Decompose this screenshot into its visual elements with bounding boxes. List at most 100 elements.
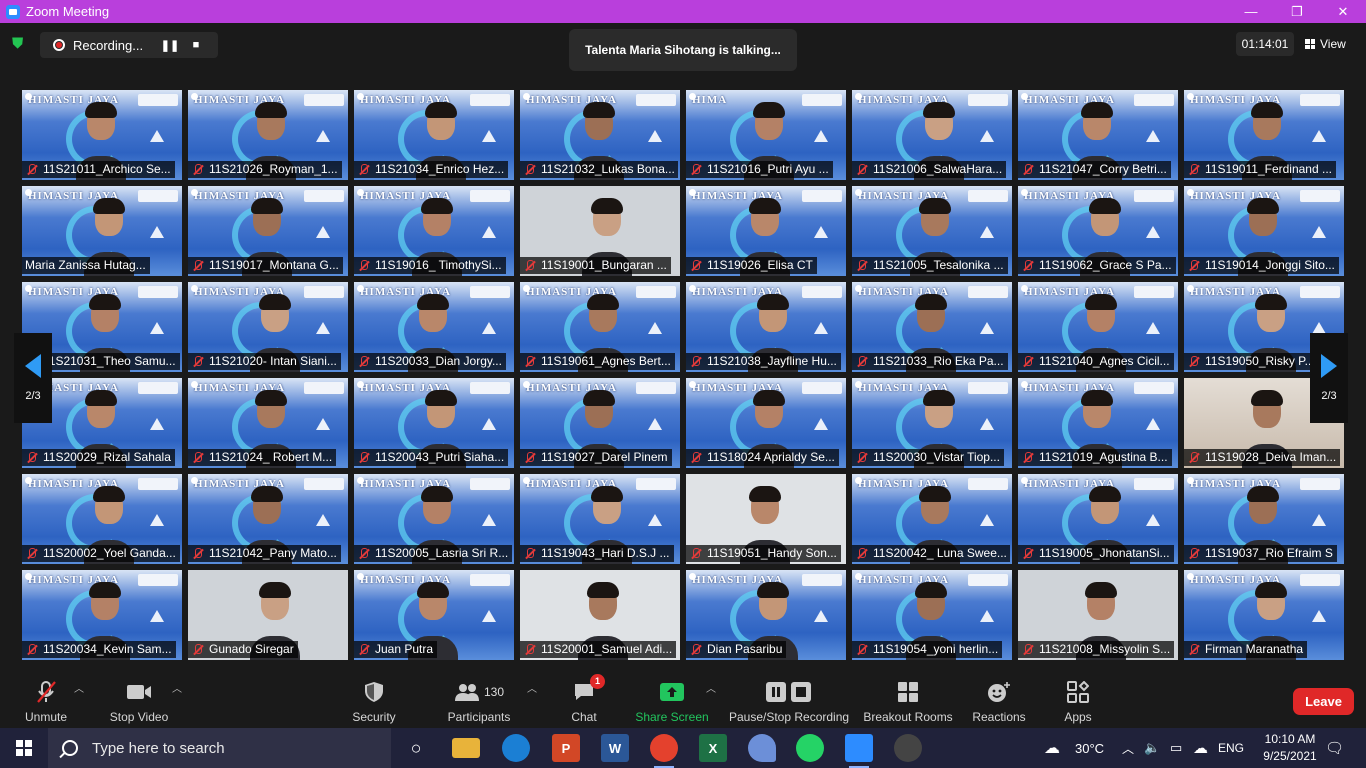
- pause-recording-icon[interactable]: ❚❚: [157, 39, 183, 52]
- participant-tile[interactable]: HIMASTI JAYA Dian Pasaribu: [686, 570, 846, 660]
- video-options-caret-icon[interactable]: ︿: [172, 680, 182, 695]
- participant-tile[interactable]: HIMASTI JAYA 11S21038_Jayfline Hu...: [686, 282, 846, 372]
- participant-tile[interactable]: HIMASTI JAYA 11S21032_Lukas Bona...: [520, 90, 680, 180]
- participant-tile[interactable]: HIMASTI JAYA 11S21040_Agnes Cicil...: [1018, 282, 1178, 372]
- participant-tile[interactable]: HIMASTI JAYA 11S19037_Rio Efraim S: [1184, 474, 1344, 564]
- task-view-icon[interactable]: ○: [402, 734, 430, 762]
- tray-chevron-icon[interactable]: ︿: [1122, 728, 1134, 768]
- language-indicator[interactable]: ENG: [1218, 728, 1244, 768]
- start-button[interactable]: [0, 728, 48, 768]
- participant-tile[interactable]: HIMASTI JAYA 11S21019_Agustina B...: [1018, 378, 1178, 468]
- apps-button[interactable]: Apps: [1062, 678, 1094, 724]
- participant-tile[interactable]: HIMASTI JAYA 11S19054_yoni herlin...: [852, 570, 1012, 660]
- reactions-button[interactable]: Reactions: [972, 678, 1026, 724]
- participant-tile[interactable]: HIMASTI JAYA 11S19061_Agnes Bert...: [520, 282, 680, 372]
- share-screen-button[interactable]: Share Screen: [635, 678, 709, 724]
- participant-tile[interactable]: HIMASTI JAYA 11S20042_ Luna Swee...: [852, 474, 1012, 564]
- taskbar-search[interactable]: Type here to search: [48, 728, 391, 768]
- participant-tile[interactable]: HIMASTI JAYA Maria Zanissa Hutag...: [22, 186, 182, 276]
- taskbar-clock[interactable]: 10:10 AM 9/25/2021: [1255, 731, 1325, 765]
- participant-video-figure: [1076, 582, 1126, 660]
- participant-tile[interactable]: 11S20001_Samuel Adi...: [520, 570, 680, 660]
- background-triangle-graphic: [316, 130, 330, 142]
- participant-video-figure: [740, 486, 790, 564]
- powerpoint-icon[interactable]: P: [552, 734, 580, 762]
- participant-tile[interactable]: HIMASTI JAYA 11S19016_ TimothySi...: [354, 186, 514, 276]
- next-page-button[interactable]: 2/3: [1310, 333, 1348, 423]
- participant-tile[interactable]: HIMASTI JAYA 11S21020- Intan Siani...: [188, 282, 348, 372]
- participant-tile[interactable]: HIMASTI JAYA 11S21024_ Robert M...: [188, 378, 348, 468]
- participant-tile[interactable]: HIMASTI JAYA 11S20002_Yoel Ganda...: [22, 474, 182, 564]
- participant-tile[interactable]: HIMASTI JAYA 11S19014_Jonggi Sito...: [1184, 186, 1344, 276]
- reactions-label: Reactions: [972, 710, 1026, 724]
- pause-stop-recording-button[interactable]: Pause/Stop Recording: [729, 678, 849, 724]
- chat-button[interactable]: 1 Chat: [570, 674, 605, 724]
- participant-tile[interactable]: HIMASTI JAYA 11S21026_Royman_1...: [188, 90, 348, 180]
- volume-icon[interactable]: 🔈: [1144, 728, 1160, 768]
- chat-unread-badge: 1: [590, 674, 605, 689]
- minimize-button[interactable]: —: [1228, 0, 1274, 23]
- chrome-icon[interactable]: [650, 734, 678, 768]
- restore-button[interactable]: ❐: [1274, 0, 1320, 23]
- participant-tile[interactable]: 11S19051_Handy Son...: [686, 474, 846, 564]
- paint-icon[interactable]: [748, 734, 776, 762]
- audio-options-caret-icon[interactable]: ︿: [74, 680, 84, 695]
- participant-tile[interactable]: 11S19001_Bungaran ...: [520, 186, 680, 276]
- participant-tile[interactable]: HIMASTI JAYA 11S20043_Putri Siaha...: [354, 378, 514, 468]
- security-button[interactable]: Security: [350, 678, 398, 724]
- excel-icon[interactable]: X: [699, 734, 727, 762]
- file-explorer-icon[interactable]: [452, 738, 480, 758]
- participant-tile[interactable]: HIMA 11S21016_Putri Ayu ...: [686, 90, 846, 180]
- muted-mic-icon: [1021, 259, 1035, 272]
- view-button[interactable]: View: [1305, 32, 1357, 56]
- participant-tile[interactable]: HIMASTI JAYA 11S19017_Montana G...: [188, 186, 348, 276]
- stop-video-button[interactable]: Stop Video: [108, 678, 170, 724]
- participant-tile[interactable]: HIMASTI JAYA 11S19026_Elisa CT: [686, 186, 846, 276]
- participant-tile[interactable]: HIMASTI JAYA 11S21034_Enrico Hez...: [354, 90, 514, 180]
- participant-tile[interactable]: HIMASTI JAYA 11S20033_Dian Jorgy...: [354, 282, 514, 372]
- leave-button[interactable]: Leave: [1293, 688, 1354, 715]
- breakout-rooms-button[interactable]: Breakout Rooms: [863, 678, 953, 724]
- previous-page-button[interactable]: 2/3: [14, 333, 52, 423]
- participant-tile[interactable]: HIMASTI JAYA 11S19062_Grace S Pa...: [1018, 186, 1178, 276]
- participant-tile[interactable]: HIMASTI JAYA 11S19011_Ferdinand ...: [1184, 90, 1344, 180]
- participant-tile[interactable]: HIMASTI JAYA 11S20030_Vistar Tiop...: [852, 378, 1012, 468]
- participant-tile[interactable]: 11S21008_Missyolin S...: [1018, 570, 1178, 660]
- participant-tile[interactable]: HIMASTI JAYA 11S21006_SalwaHara...: [852, 90, 1012, 180]
- participant-tile[interactable]: HIMASTI JAYA 11S19043_Hari D.S.J ...: [520, 474, 680, 564]
- participant-name-bar: 11S21033_Rio Eka Pa...: [852, 353, 1008, 370]
- whatsapp-icon[interactable]: [796, 734, 824, 762]
- notifications-icon[interactable]: 🗨: [1325, 728, 1344, 768]
- participants-button[interactable]: 130 Participants: [448, 678, 510, 724]
- encryption-shield-icon[interactable]: ⛊: [12, 36, 28, 52]
- unmute-button[interactable]: Unmute: [24, 678, 68, 724]
- battery-icon[interactable]: ▭: [1170, 728, 1182, 768]
- tile-corner-dot-icon: [357, 477, 364, 484]
- participant-tile[interactable]: HIMASTI JAYA 11S21042_Pany Mato...: [188, 474, 348, 564]
- edge-browser-icon[interactable]: [502, 734, 530, 762]
- word-icon[interactable]: W: [601, 734, 629, 762]
- close-button[interactable]: ✕: [1320, 0, 1366, 23]
- del-logo-graphic: [636, 94, 676, 106]
- stop-recording-icon[interactable]: ■: [183, 39, 209, 51]
- onedrive-icon[interactable]: ☁: [1193, 728, 1208, 768]
- participant-tile[interactable]: HIMASTI JAYA 11S19005_JhonatanSi...: [1018, 474, 1178, 564]
- participant-tile[interactable]: HIMASTI JAYA 11S19027_Darel Pinem: [520, 378, 680, 468]
- participants-caret-icon[interactable]: ︿: [527, 680, 537, 695]
- participant-tile[interactable]: HIMASTI JAYA 11S18024 Aprialdy Se...: [686, 378, 846, 468]
- participant-tile[interactable]: HIMASTI JAYA 11S21033_Rio Eka Pa...: [852, 282, 1012, 372]
- participant-tile[interactable]: HIMASTI JAYA 11S21011_Archico Se...: [22, 90, 182, 180]
- participant-tile[interactable]: Gunado Siregar: [188, 570, 348, 660]
- obs-icon[interactable]: [894, 734, 922, 762]
- del-logo-graphic: [304, 382, 344, 394]
- zoom-taskbar-icon[interactable]: [845, 734, 873, 768]
- participant-tile[interactable]: HIMASTI JAYA Firman Maranatha: [1184, 570, 1344, 660]
- tile-corner-dot-icon: [25, 573, 32, 580]
- participant-tile[interactable]: HIMASTI JAYA 11S20005_Lasria Sri R...: [354, 474, 514, 564]
- participant-tile[interactable]: HIMASTI JAYA Juan Putra: [354, 570, 514, 660]
- participant-tile[interactable]: HIMASTI JAYA 11S21005_Tesalonika ...: [852, 186, 1012, 276]
- participant-tile[interactable]: HIMASTI JAYA 11S20034_Kevin Sam...: [22, 570, 182, 660]
- share-options-caret-icon[interactable]: ︿: [706, 680, 716, 695]
- participant-video-figure: [80, 582, 130, 660]
- participant-tile[interactable]: HIMASTI JAYA 11S21047_Corry Betri...: [1018, 90, 1178, 180]
